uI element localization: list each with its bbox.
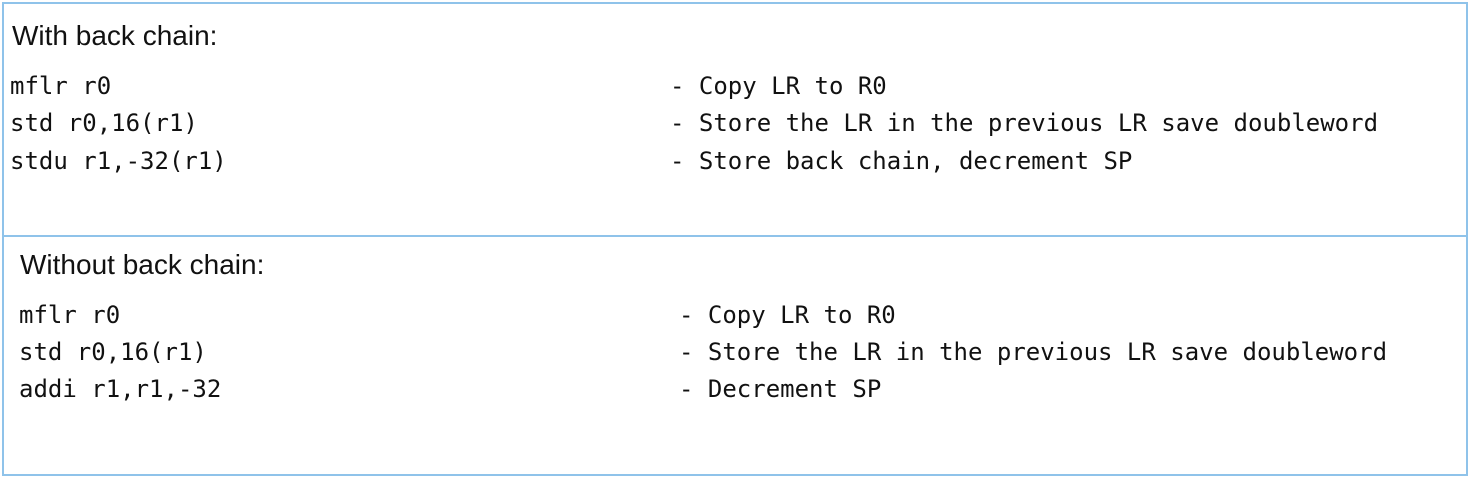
instruction-description: - Copy LR to R0: [670, 72, 887, 100]
code-comparison-table: With back chain: mflr r0 - Copy LR to R0…: [2, 2, 1468, 476]
code-row: std r0,16(r1) - Store the LR in the prev…: [4, 340, 1466, 378]
instruction-description: - Store the LR in the previous LR save d…: [670, 109, 1379, 137]
instruction: mflr r0: [10, 72, 112, 100]
section-heading: Without back chain:: [20, 249, 265, 280]
section-with-back-chain: With back chain: mflr r0 - Copy LR to R0…: [4, 4, 1466, 237]
code-row: mflr r0 - Copy LR to R0: [4, 303, 1466, 341]
instruction: std r0,16(r1): [19, 338, 207, 366]
code-row: mflr r0 - Copy LR to R0: [4, 74, 1466, 112]
code-row: std r0,16(r1) - Store the LR in the prev…: [4, 111, 1466, 149]
instruction: mflr r0: [19, 301, 121, 329]
section-without-back-chain: Without back chain: mflr r0 - Copy LR to…: [4, 237, 1466, 474]
instruction: std r0,16(r1): [10, 109, 198, 137]
code-row: stdu r1,-32(r1) - Store back chain, decr…: [4, 149, 1466, 187]
instruction: addi r1,r1,-32: [19, 375, 222, 403]
section-heading: With back chain:: [12, 20, 218, 51]
instruction-description: - Store back chain, decrement SP: [670, 147, 1133, 175]
code-row: addi r1,r1,-32 - Decrement SP: [4, 377, 1466, 415]
instruction-description: - Copy LR to R0: [679, 301, 896, 329]
instruction-description: - Decrement SP: [679, 375, 882, 403]
instruction: stdu r1,-32(r1): [10, 147, 227, 175]
instruction-description: - Store the LR in the previous LR save d…: [679, 338, 1388, 366]
